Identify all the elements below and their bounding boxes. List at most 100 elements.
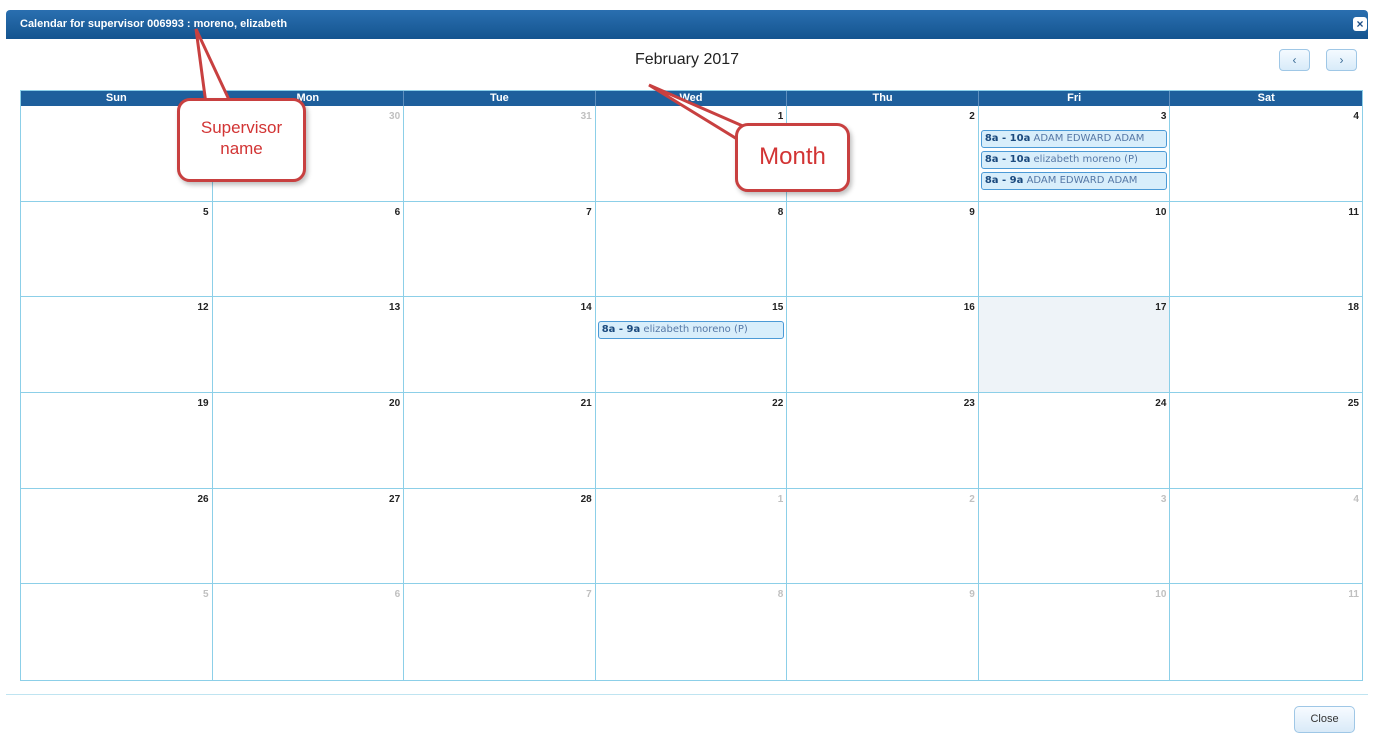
day-number: 1 [777,111,784,122]
day-number: 23 [963,398,975,410]
day-cell[interactable]: 24 [978,393,1171,489]
day-cell[interactable]: 5 [21,201,213,298]
day-cell[interactable]: 17 [978,297,1171,394]
day-cell[interactable]: 11 [1170,201,1362,298]
day-cell[interactable]: 20 [212,393,405,489]
day-number: 19 [197,398,209,410]
day-number: 21 [580,398,592,410]
day-number: 10 [1155,589,1167,601]
calendar-event[interactable]: 8a - 9a ADAM EDWARD ADAM [980,172,1168,190]
day-cell[interactable]: 2 [787,488,979,585]
day-cell[interactable]: 6 [212,584,405,681]
day-cell[interactable]: 1 [595,488,788,585]
day-cell[interactable]: 5 [21,584,213,681]
day-number: 6 [394,589,401,601]
day-number: 11 [1348,206,1359,218]
weekday-sat: Sat [1257,92,1275,104]
day-number: 30 [389,111,401,122]
calendar-event[interactable]: 8a - 10a ADAM EDWARD ADAM [980,130,1168,148]
event-time: 8a - 10a [984,133,1031,144]
day-number: 8 [777,206,784,218]
day-cell[interactable]: 21 [404,393,596,489]
day-cell[interactable]: 18 [1170,297,1362,394]
day-number: 5 [203,206,209,218]
day-number: 1 [777,493,784,505]
day-cell[interactable]: 8 [595,201,788,298]
weekday-thu: Thu [787,91,979,106]
previous-month-button[interactable]: ‹ [1279,49,1310,71]
day-number: 2 [969,111,975,122]
day-events: 8a - 10a ADAM EDWARD ADAM 8a - 10a elizab… [980,130,1168,193]
day-cell[interactable]: 7 [404,201,596,298]
dialog-title: Calendar for supervisor 006993 : moreno,… [20,18,288,30]
day-cell[interactable]: 22 [595,393,788,489]
day-cell[interactable]: 4 [1170,106,1362,202]
day-cell[interactable]: 31 [404,106,596,202]
event-time: 8a - 10a [984,154,1031,165]
day-number: 25 [1347,398,1359,410]
day-cell[interactable]: 27 [212,488,405,585]
day-cell[interactable]: 28 [404,488,596,585]
calendar-event[interactable]: 8a - 9a elizabeth moreno (P) [597,321,785,340]
day-number: 27 [389,493,401,505]
day-number: 9 [969,206,975,218]
day-events: 8a - 9a elizabeth moreno (P) [597,321,785,342]
day-number: 12 [197,302,209,314]
day-cell[interactable]: 7 [404,584,596,681]
day-cell[interactable]: 6 [212,201,405,298]
day-number: 17 [1155,302,1167,314]
chevron-left-icon: ‹ [1292,53,1297,67]
month-title: February 2017 [634,51,740,68]
day-number: 9 [969,589,975,601]
day-number: 2 [969,493,975,505]
day-cell[interactable]: 10 [978,584,1171,681]
day-number: 16 [963,302,975,314]
day-cell[interactable]: 25 [1170,393,1362,489]
day-cell[interactable]: 13 [212,297,405,394]
next-month-button[interactable]: › [1326,49,1357,71]
day-number: 4 [1353,111,1359,122]
day-number: 26 [197,493,209,505]
day-number: 11 [1348,589,1359,601]
day-number: 10 [1155,206,1167,218]
day-cell[interactable]: 11 [1170,584,1362,681]
day-cell[interactable]: 19 [21,393,213,489]
weekday-tue: Tue [404,91,596,106]
event-time: 8a - 9a [984,175,1024,186]
day-number: 7 [586,206,592,218]
calendar-event[interactable]: 8a - 10a elizabeth moreno (P) [980,151,1168,169]
day-number: 18 [1347,302,1359,314]
day-cell[interactable]: 9 [787,201,979,298]
weekday-fri: Fri [979,91,1171,106]
event-time: 8a - 9a [601,324,641,336]
day-number: 24 [1155,398,1167,410]
day-cell[interactable]: 26 [21,488,213,585]
event-title: elizabeth moreno (P) [643,324,748,336]
close-button[interactable]: Close [1294,706,1355,733]
close-icon[interactable]: × [1353,17,1367,31]
day-cell[interactable]: 12 [21,297,213,394]
day-cell[interactable]: 16 [787,297,979,394]
day-number: 15 [772,302,784,314]
day-cell[interactable]: 3 [978,488,1171,585]
day-cell[interactable]: 3 8a - 10a ADAM EDWARD ADAM 8a - 10a eliza… [978,106,1171,202]
day-number: 3 [1160,493,1167,505]
day-cell[interactable]: 4 [1170,488,1362,585]
day-cell[interactable]: 8 [595,584,788,681]
day-number: 13 [389,302,401,314]
event-title: ADAM EDWARD ADAM [1026,175,1138,186]
day-number: 5 [203,589,209,601]
day-cell[interactable]: 23 [787,393,979,489]
day-cell[interactable]: 9 [787,584,979,681]
day-cell[interactable]: 14 [404,297,596,394]
day-number: 14 [580,302,592,314]
day-cell[interactable]: 10 [978,201,1171,298]
day-number: 22 [772,398,784,410]
day-cell[interactable]: 15 8a - 9a elizabeth moreno (P) [595,297,788,394]
day-number: 7 [586,589,592,601]
day-number: 6 [394,206,401,218]
day-number: 3 [1160,111,1167,122]
event-title: ADAM EDWARD ADAM [1033,133,1145,144]
day-number: 8 [777,589,784,601]
weekday-wed: Wed [596,91,788,106]
